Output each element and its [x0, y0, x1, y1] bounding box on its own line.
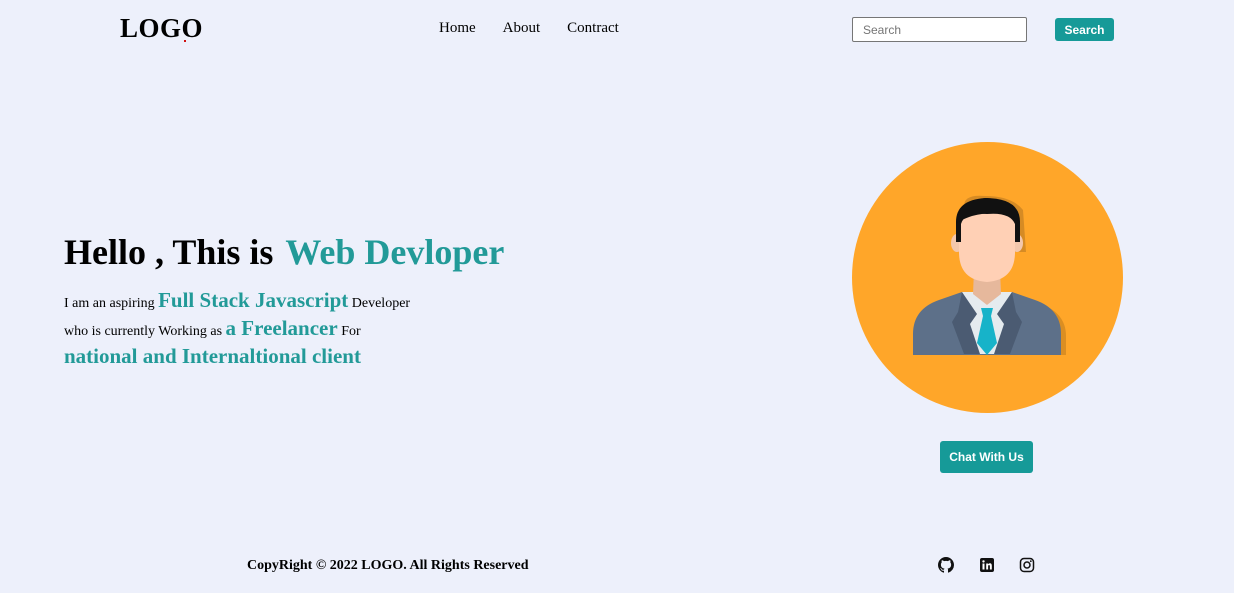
nav-about[interactable]: About	[503, 20, 541, 37]
hero-title-prefix: Hello , This is	[64, 232, 274, 272]
hero-desc-text-4: For	[337, 324, 361, 339]
hero-desc-highlight-3: national and Internaltional client	[64, 344, 361, 368]
search-input[interactable]	[852, 17, 1027, 42]
hero-desc-text-2: Developer	[348, 296, 411, 311]
main-nav: Home About Contract	[439, 20, 619, 37]
hero-desc-text-1: I am an aspiring	[64, 296, 159, 311]
logo-dot	[184, 40, 186, 42]
avatar	[852, 142, 1123, 413]
hero-desc-highlight-1: Full Stack Javascript	[158, 288, 349, 312]
site-logo[interactable]: LOGO	[120, 13, 203, 44]
hero-desc-highlight-2: a Freelancer	[225, 316, 338, 340]
instagram-icon[interactable]	[1019, 557, 1035, 573]
hero-title-accent: Web Devloper	[285, 232, 505, 272]
search-button[interactable]: Search	[1055, 18, 1114, 41]
nav-contract[interactable]: Contract	[567, 20, 619, 37]
hero-title: Hello , This is Web Devloper	[64, 230, 504, 274]
github-icon[interactable]	[938, 557, 954, 573]
linkedin-icon[interactable]	[979, 557, 995, 573]
hero-desc-text-3: who is currently Working as	[64, 324, 226, 339]
hero-description: I am an aspiring Full Stack Javascript D…	[64, 288, 410, 372]
chat-with-us-button[interactable]: Chat With Us	[940, 441, 1033, 473]
nav-home[interactable]: Home	[439, 20, 476, 37]
footer-copyright: CopyRight © 2022 LOGO. All Rights Reserv…	[247, 558, 529, 573]
